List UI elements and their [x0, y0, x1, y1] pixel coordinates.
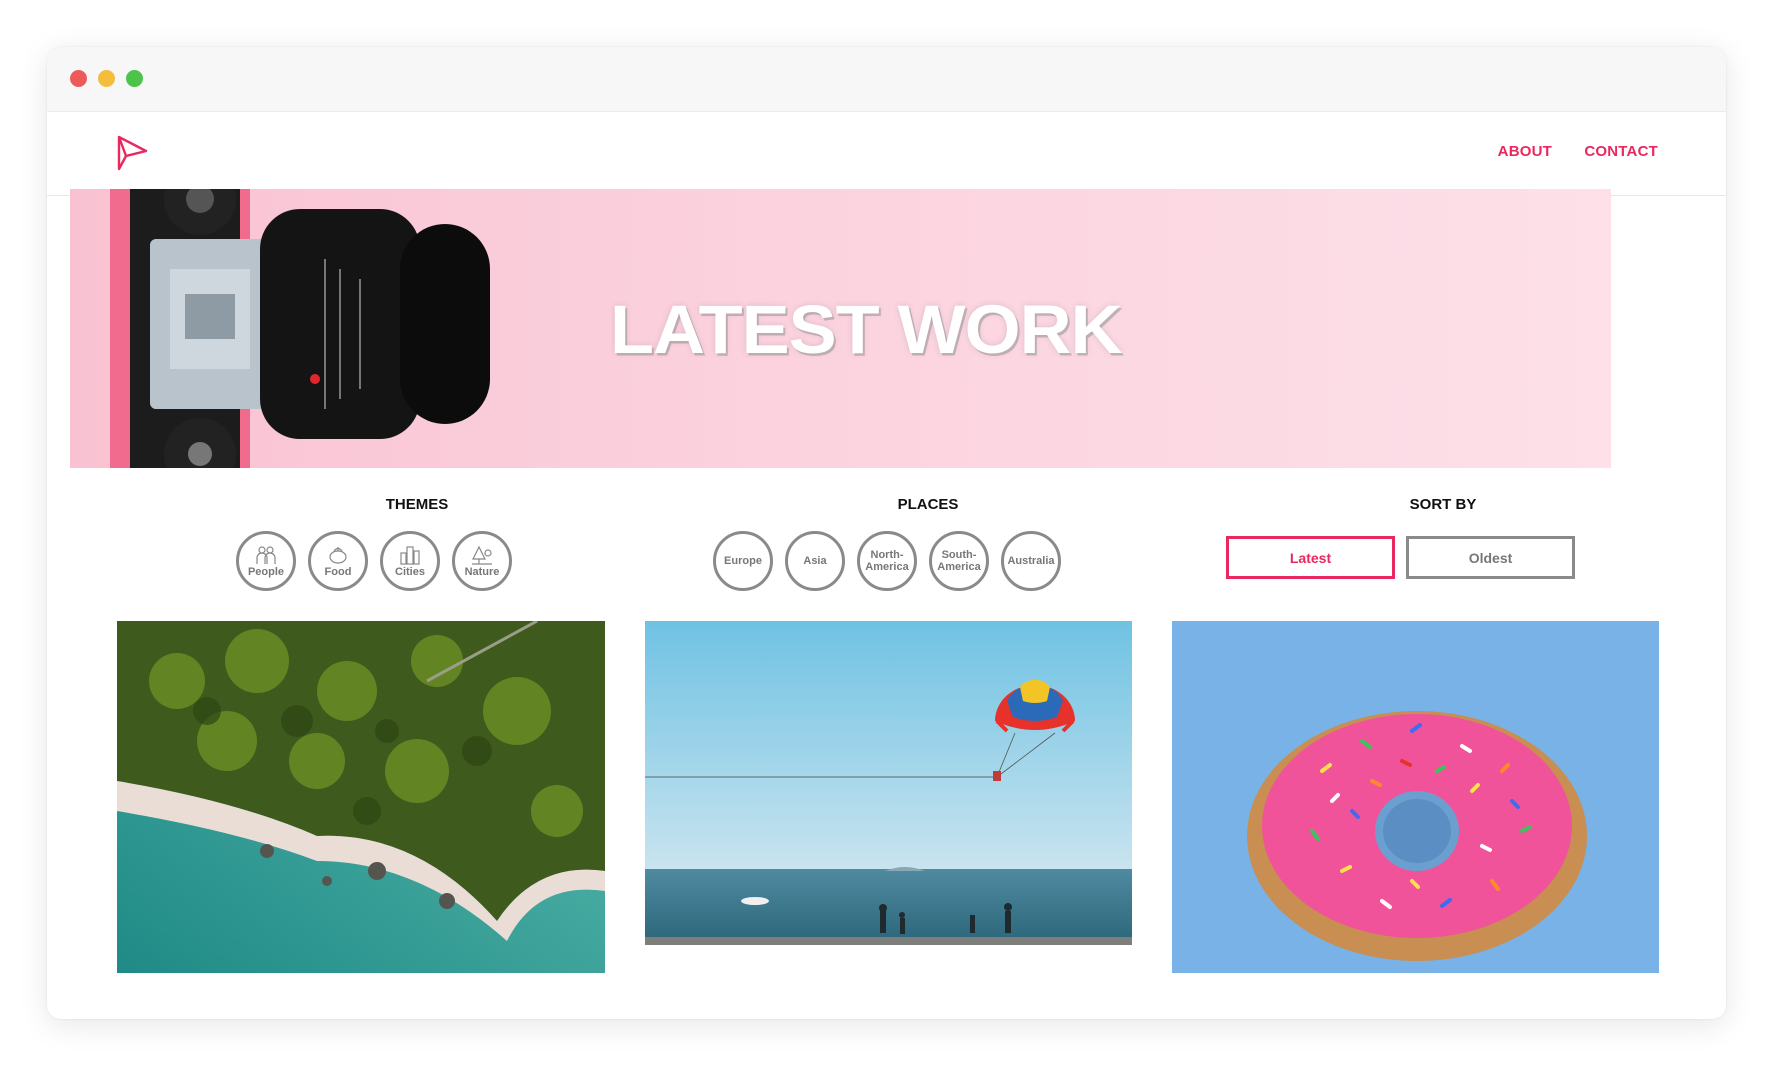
place-label: Asia	[803, 555, 827, 567]
themes-heading: THEMES	[385, 496, 449, 513]
place-label: Europe	[724, 555, 762, 567]
place-label: North-	[870, 549, 904, 561]
place-label: Australia	[1007, 555, 1055, 567]
places-heading: PLACES	[897, 496, 959, 513]
nav-link-about[interactable]: ABOUT	[1498, 143, 1552, 160]
theme-label: Food	[324, 565, 352, 578]
people-icon	[256, 545, 276, 564]
site-navbar: ABOUT CONTACT	[47, 113, 1726, 196]
window-titlebar	[47, 47, 1726, 112]
theme-filter-nature[interactable]: Nature	[452, 531, 512, 591]
sort-heading: SORT BY	[1409, 496, 1477, 513]
theme-label: People	[247, 565, 285, 578]
nav-link-contact[interactable]: CONTACT	[1584, 143, 1658, 160]
camera-image	[110, 189, 490, 468]
theme-filter-people[interactable]: People	[236, 531, 296, 591]
theme-filter-cities[interactable]: Cities	[380, 531, 440, 591]
place-filter-australia[interactable]: Australia	[1001, 531, 1061, 591]
pink-donut-image	[1172, 621, 1659, 973]
hero-title: LATEST WORK	[610, 292, 1123, 368]
aerial-forest-image	[117, 621, 605, 973]
nature-icon	[472, 545, 492, 565]
place-filter-europe[interactable]: Europe	[713, 531, 773, 591]
gallery-photo-donut[interactable]	[1172, 621, 1659, 973]
city-icon	[400, 545, 420, 565]
parasailing-image	[645, 621, 1132, 945]
close-window-button[interactable]	[70, 70, 87, 87]
sort-latest-button[interactable]: Latest	[1226, 536, 1395, 579]
theme-label: Nature	[464, 565, 500, 578]
gallery-photo-forest-beach[interactable]	[117, 621, 605, 973]
place-filter-asia[interactable]: Asia	[785, 531, 845, 591]
theme-filter-food[interactable]: Food	[308, 531, 368, 591]
minimize-window-button[interactable]	[98, 70, 115, 87]
place-filter-south-america[interactable]: South- America	[929, 531, 989, 591]
food-icon	[329, 546, 347, 564]
place-filter-north-america[interactable]: North- America	[857, 531, 917, 591]
sort-oldest-button[interactable]: Oldest	[1406, 536, 1575, 579]
paper-plane-logo-icon[interactable]	[116, 134, 149, 172]
hero-banner: LATEST WORK	[70, 189, 1611, 468]
place-label-line2: America	[865, 561, 909, 573]
maximize-window-button[interactable]	[126, 70, 143, 87]
gallery-photo-parasailing[interactable]	[645, 621, 1132, 945]
place-label-line2: America	[937, 561, 981, 573]
theme-label: Cities	[395, 565, 425, 578]
place-label: South-	[941, 549, 977, 561]
